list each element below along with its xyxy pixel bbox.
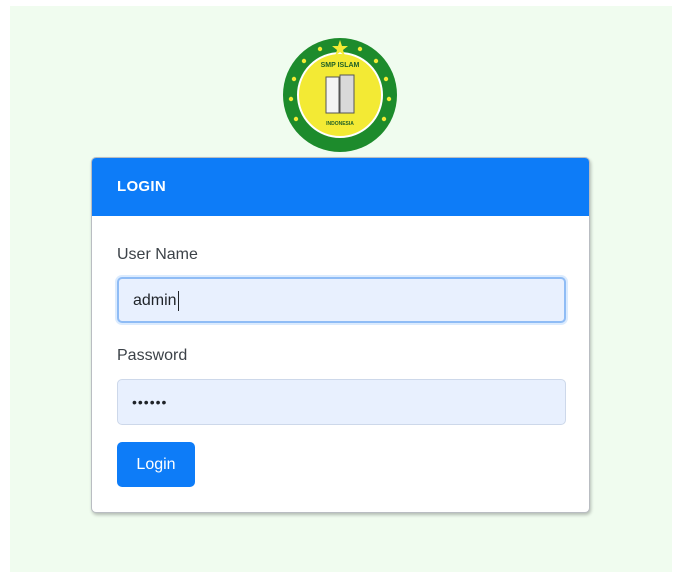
password-input[interactable]: •••••• [117,379,566,425]
password-mask: •••••• [132,394,168,410]
username-value: admin [133,292,177,309]
logo-bottom-text: INDONESIA [326,121,354,127]
logo-ring-text: SMP ISLAM [321,62,360,69]
login-card-header: LOGIN [92,158,589,216]
username-input[interactable]: admin [117,277,566,323]
school-logo: SMP ISLAM INDONESIA [283,38,397,152]
book-icon [325,74,355,114]
login-button[interactable]: Login [117,442,195,487]
login-card: LOGIN User Name admin Password •••••• Lo… [91,157,590,513]
username-label: User Name [117,246,198,263]
password-label: Password [117,347,188,364]
text-caret [177,290,179,311]
